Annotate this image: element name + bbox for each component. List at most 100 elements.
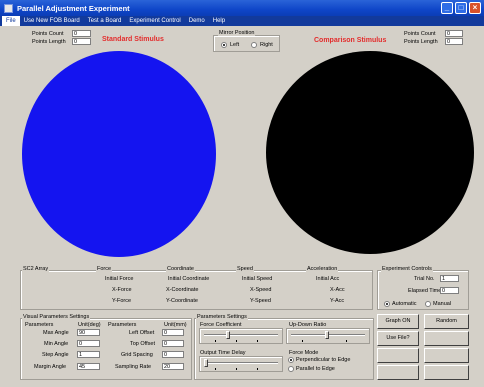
output-time-delay-tick xyxy=(257,368,258,370)
left-points-length-input[interactable]: 0 xyxy=(72,38,91,45)
visual-params-col1-unit: Unit(deg) xyxy=(78,322,101,328)
up-down-ratio-tick xyxy=(302,340,303,342)
graph-on-button[interactable]: Graph ON xyxy=(377,314,419,329)
coordinate-row-y: Y-Coordinate xyxy=(166,298,198,304)
menu-help[interactable]: Help xyxy=(209,16,229,26)
force-coefficient-tick xyxy=(236,340,237,342)
mode-manual-label: Manual xyxy=(433,301,452,307)
output-time-delay-frame xyxy=(199,356,283,372)
param-settings-title: Parameters Settings xyxy=(196,314,248,320)
elapsed-time-input[interactable]: 0 xyxy=(440,287,459,294)
output-time-delay-tick xyxy=(215,368,216,370)
right-points-length-label: Points Length xyxy=(404,39,438,45)
acceleration-row-y: Y-Acc xyxy=(330,298,345,304)
margin-angle-label: Margin Angle xyxy=(34,364,67,370)
margin-angle-input[interactable]: 45 xyxy=(77,363,100,370)
force-mode-perpendicular-radio[interactable] xyxy=(288,357,294,363)
menu-use-new-fob-board[interactable]: Use New FOB Board xyxy=(20,16,84,26)
menu-bar: File Use New FOB Board Test a Board Expe… xyxy=(0,16,484,26)
up-down-ratio-slider[interactable] xyxy=(325,331,329,339)
max-angle-label: Max Angle xyxy=(43,330,69,336)
coordinate-row-initial: Initial Coordinate xyxy=(168,276,210,282)
comparison-stimulus-label: Comparison Stimulus xyxy=(314,37,387,44)
menu-file[interactable]: File xyxy=(2,16,20,26)
output-time-delay-track xyxy=(204,362,278,364)
disabled-button-4[interactable] xyxy=(424,331,469,346)
force-row-initial: Initial Force xyxy=(105,276,134,282)
acceleration-row-x: X-Acc xyxy=(330,287,345,293)
mirror-position-title: Mirror Position xyxy=(218,30,256,36)
force-row-y: Y-Force xyxy=(112,298,132,304)
trial-no-input[interactable]: 1 xyxy=(440,275,459,282)
menu-test-a-board[interactable]: Test a Board xyxy=(84,16,126,26)
right-points-count-input[interactable]: 0 xyxy=(445,30,463,37)
window-controls: _ □ × xyxy=(441,2,481,14)
force-coefficient-slider[interactable] xyxy=(226,331,230,339)
experiment-controls-title: Experiment Controls xyxy=(381,266,433,272)
left-points-length-label: Points Length xyxy=(32,39,66,45)
sc2-array-title: SC2 Array xyxy=(22,266,50,272)
acceleration-group-title: Acceleration xyxy=(306,266,339,272)
trial-no-label: Trial No. xyxy=(414,276,435,282)
minimize-icon[interactable]: _ xyxy=(441,2,453,14)
mirror-right-label: Right xyxy=(260,42,273,48)
disabled-button-8[interactable] xyxy=(424,365,469,380)
disabled-button-5[interactable] xyxy=(377,348,419,363)
force-row-x: X-Force xyxy=(112,287,132,293)
force-group-title: Force xyxy=(96,266,113,272)
left-offset-label: Left Offset xyxy=(129,330,155,336)
use-file-button[interactable]: Use File? xyxy=(377,331,419,346)
comparison-stimulus-circle xyxy=(266,51,474,254)
output-time-delay-slider[interactable] xyxy=(204,359,208,367)
step-angle-label: Step Angle xyxy=(42,352,69,358)
mirror-left-label: Left xyxy=(230,42,240,48)
speed-group-title: Speed xyxy=(236,266,254,272)
force-mode-perpendicular-label: Perpendicular to Edge xyxy=(296,357,351,363)
force-mode-parallel-label: Parallel to Edge xyxy=(296,366,335,372)
app-icon xyxy=(4,3,13,13)
acceleration-row-initial: Initial Acc xyxy=(316,276,340,282)
menu-experiment-control[interactable]: Experiment Control xyxy=(125,16,184,26)
standard-stimulus-label: Standard Stimulus xyxy=(102,36,164,43)
output-time-delay-tick xyxy=(236,368,237,370)
random-button[interactable]: Random xyxy=(424,314,469,329)
left-offset-input[interactable]: 0 xyxy=(162,329,184,336)
top-offset-label: Top Offset xyxy=(130,341,155,347)
max-angle-input[interactable]: 90 xyxy=(77,329,100,336)
visual-params-col2-unit: Unit(mm) xyxy=(164,322,187,328)
left-points-count-input[interactable]: 0 xyxy=(72,30,91,37)
right-points-length-input[interactable]: 0 xyxy=(445,38,463,45)
top-offset-input[interactable]: 0 xyxy=(162,340,184,347)
force-coefficient-tick xyxy=(257,340,258,342)
speed-row-initial: Initial Speed xyxy=(242,276,273,282)
mode-automatic-label: Automatic xyxy=(392,301,417,307)
step-angle-input[interactable]: 1 xyxy=(77,351,100,358)
force-coefficient-tick xyxy=(215,340,216,342)
elapsed-time-label: Elapsed Time xyxy=(408,288,442,294)
coordinate-group-title: Coordinate xyxy=(166,266,195,272)
mirror-right-radio[interactable] xyxy=(251,42,257,48)
close-icon[interactable]: × xyxy=(469,2,481,14)
mirror-left-radio[interactable] xyxy=(221,42,227,48)
menu-demo[interactable]: Demo xyxy=(185,16,209,26)
force-coefficient-track xyxy=(204,334,278,336)
sampling-rate-input[interactable]: 20 xyxy=(162,363,184,370)
grid-spacing-label: Grid Spacing xyxy=(121,352,153,358)
window-title: Parallel Adjustment Experiment xyxy=(17,3,130,13)
min-angle-input[interactable]: 0 xyxy=(77,340,100,347)
visual-params-col1-header: Parameters xyxy=(25,322,54,328)
left-points-count-label: Points Count xyxy=(32,31,64,37)
title-bar: Parallel Adjustment Experiment _ □ × xyxy=(0,0,484,16)
visual-params-col2-header: Parameters xyxy=(108,322,137,328)
disabled-button-7[interactable] xyxy=(377,365,419,380)
speed-row-y: Y-Speed xyxy=(250,298,271,304)
maximize-icon[interactable]: □ xyxy=(455,2,467,14)
mode-manual-radio[interactable] xyxy=(425,301,431,307)
sampling-rate-label: Sampling Rate xyxy=(115,364,152,370)
coordinate-row-x: X-Coordinate xyxy=(166,287,199,293)
disabled-button-6[interactable] xyxy=(424,348,469,363)
mode-automatic-radio[interactable] xyxy=(384,301,390,307)
speed-row-x: X-Speed xyxy=(250,287,272,293)
grid-spacing-input[interactable]: 0 xyxy=(162,351,184,358)
force-mode-parallel-radio[interactable] xyxy=(288,366,294,372)
